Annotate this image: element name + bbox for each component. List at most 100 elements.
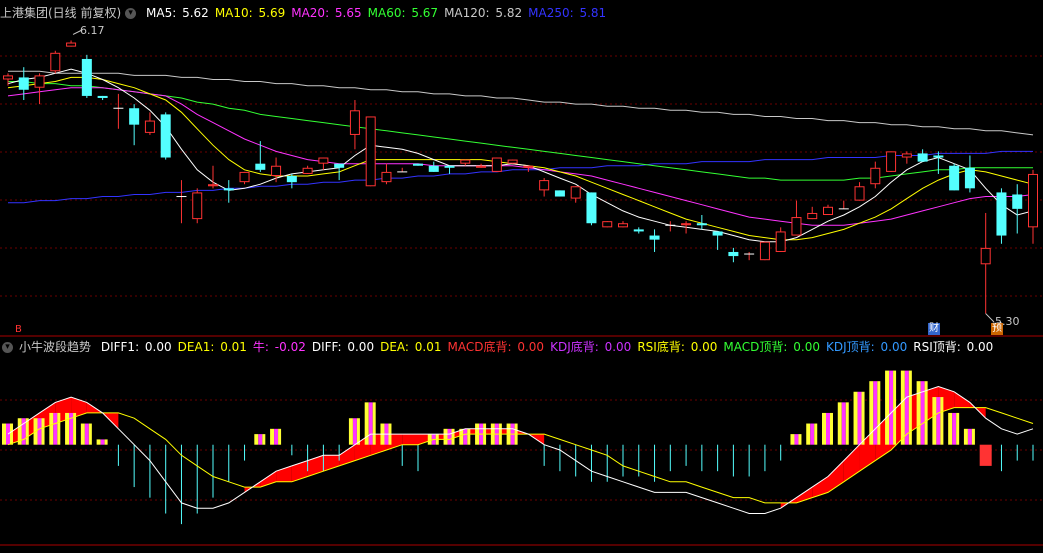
macd-hist-bar: [459, 428, 464, 445]
candle-body: [901, 153, 912, 158]
macd-hist-bar: [837, 402, 842, 445]
candle-body: [97, 95, 108, 98]
macd-hist-bar: [254, 434, 259, 445]
macd-hist-bar: [877, 381, 881, 445]
candle-body: [223, 188, 234, 191]
indicator-field-label: 牛:: [252, 340, 269, 354]
candle-body: [413, 163, 423, 166]
candle-body: [302, 167, 313, 174]
candle-body: [365, 116, 376, 187]
indicator-field-label: KDJ底背:: [550, 340, 599, 354]
macd-hist-bar: [100, 439, 105, 445]
macd-hist-bar: [443, 428, 448, 445]
chevron-down-icon[interactable]: ▾: [2, 342, 13, 353]
candle-body: [460, 159, 471, 164]
candle-body: [759, 241, 770, 261]
ma-label: MA10:: [214, 6, 253, 20]
macd-hist-bar: [889, 370, 894, 445]
macd-hist-bar: [885, 370, 890, 445]
bottom-status-strip: [0, 546, 1043, 553]
candle-body: [81, 58, 92, 96]
candle-body: [633, 229, 644, 232]
candle-body: [870, 167, 881, 185]
ma-legend: MA5: 5.62 MA10: 5.69 MA20: 5.65 MA60: 5.67 M…: [146, 6, 612, 20]
macd-hist-bar: [463, 428, 468, 445]
candle-body: [807, 212, 818, 220]
candle-body: [444, 165, 455, 168]
macd-hist-bar: [806, 423, 811, 445]
candle-body: [823, 206, 833, 216]
kline-chart[interactable]: [0, 0, 1043, 553]
stock-title[interactable]: 上港集团(日线 前复权): [0, 6, 121, 20]
macd-hist-bar: [861, 391, 865, 445]
indicator-field-label: KDJ顶背:: [825, 340, 875, 354]
candle-body: [570, 186, 581, 199]
macd-hist-bar: [822, 412, 826, 445]
indicator-field-label: RSI底背:: [637, 340, 685, 354]
macd-hist-bar: [900, 370, 905, 445]
indicator-field-value: 0.00: [513, 340, 545, 354]
macd-hist-bar: [262, 434, 266, 445]
macd-hist-bar: [845, 402, 849, 445]
candle-body: [933, 155, 944, 158]
ma-label: MA20:: [291, 6, 330, 20]
bottom-left-mark: B: [15, 324, 22, 335]
forecast-badge[interactable]: 预: [991, 323, 1003, 335]
candle-body: [917, 153, 928, 162]
candle-body: [523, 165, 534, 168]
indicator-title[interactable]: 小牛波段趋势: [19, 340, 91, 354]
candle-body: [349, 110, 360, 135]
candle-body: [208, 184, 218, 187]
candle-body: [586, 192, 597, 224]
ma-label: MA120:: [444, 6, 490, 20]
macd-hist-bar: [53, 412, 58, 445]
macd-hist-bar: [278, 428, 282, 445]
indicator-field-value: 0.00: [600, 340, 632, 354]
candle-body: [18, 77, 29, 90]
macd-hist-bar: [971, 428, 975, 445]
candle-body: [476, 165, 487, 168]
macd-hist-bar: [810, 423, 815, 445]
candle-body: [160, 114, 171, 158]
candle-body: [681, 223, 692, 226]
candle-body: [66, 42, 77, 47]
financial-report-badge[interactable]: 财: [928, 323, 940, 335]
price-header: 上港集团(日线 前复权) ▾ MA5: 5.62 MA10: 5.69 MA20: 5…: [0, 4, 618, 22]
macd-hist-bar: [814, 423, 818, 445]
macd-hist-bar: [908, 370, 912, 445]
macd-fill-band: [339, 444, 355, 466]
candle-body: [334, 163, 345, 168]
macd-hist-bar: [368, 402, 373, 445]
ma10-line: [7, 76, 1034, 241]
candle-body: [34, 75, 45, 88]
indicator-field-value: -0.02: [270, 340, 306, 354]
macd-hist-bar: [967, 428, 972, 445]
indicator-legend: DIFF1: 0.00 DEA1: 0.01 牛: -0.02 DIFF: 0.00 D…: [101, 340, 999, 354]
macd-fill-band: [954, 391, 970, 408]
candle-body: [286, 176, 297, 183]
candle-body: [649, 235, 660, 240]
macd-hist-bar: [88, 423, 92, 445]
low-pointer: [985, 313, 995, 323]
macd-hist-bar: [869, 381, 874, 445]
macd-hist-bar: [956, 412, 960, 445]
candle-body: [144, 120, 155, 133]
candle-body: [964, 167, 975, 189]
indicator-field-value: 0.00: [141, 340, 172, 354]
macd-hist-bar: [364, 402, 369, 445]
indicator-field-label: DIFF1:: [100, 340, 140, 354]
macd-hist-bar: [841, 402, 846, 445]
ma-label: MA250:: [528, 6, 574, 20]
candle-body: [886, 151, 897, 172]
high-price-label: 6.17: [80, 24, 105, 37]
macd-hist-bar: [940, 397, 944, 445]
candle-body: [129, 108, 140, 125]
candle-body: [618, 223, 628, 228]
candle-body: [996, 192, 1007, 236]
indicator-field-value: 0.00: [343, 340, 375, 354]
indicator-field-label: MACD顶背:: [723, 340, 788, 354]
chevron-down-icon[interactable]: ▾: [125, 8, 137, 19]
macd-hist-bar: [948, 412, 953, 445]
ma-value: 5.67: [407, 6, 439, 20]
macd-hist-bar: [952, 412, 957, 445]
